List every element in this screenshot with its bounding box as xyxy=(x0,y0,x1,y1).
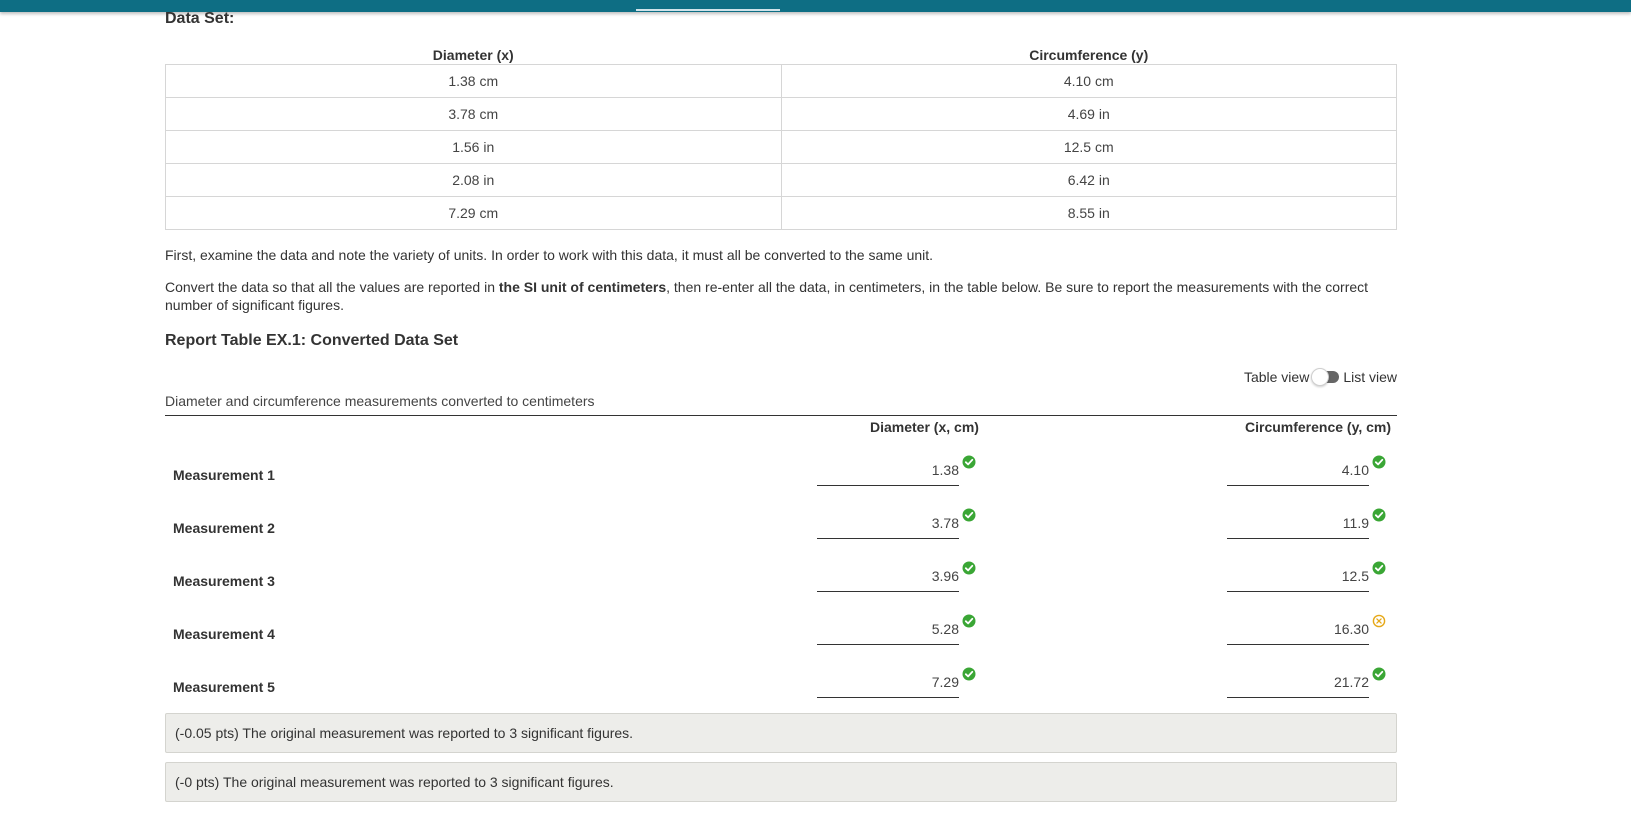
measurement-label: Measurement 5 xyxy=(173,679,275,695)
diameter-input[interactable]: 7.29 xyxy=(817,665,959,698)
dataset-cell: 12.5 cm xyxy=(780,130,1397,164)
instruction-emphasis: the SI unit of centimeters xyxy=(498,279,667,295)
diameter-value: 1.38 xyxy=(931,462,959,478)
table-row: 1.56 in 12.5 cm xyxy=(165,130,1397,164)
warning-x-icon xyxy=(1372,614,1386,628)
table-row: Measurement 4 5.28 16.30 xyxy=(165,612,1397,665)
dataset-cell: 2.08 in xyxy=(165,163,782,197)
correct-check-icon xyxy=(962,508,976,522)
column-header-diameter: Diameter (x, cm) xyxy=(870,419,979,435)
active-tab-indicator xyxy=(636,9,780,11)
correct-check-icon xyxy=(962,667,976,681)
circumference-value: 16.30 xyxy=(1333,621,1369,637)
feedback-message: (-0 pts) The original measurement was re… xyxy=(165,762,1397,802)
list-view-label[interactable]: List view xyxy=(1343,369,1397,385)
dataset-cell: 3.78 cm xyxy=(165,97,782,131)
dataset-heading: Data Set: xyxy=(165,10,235,27)
measurement-label: Measurement 3 xyxy=(173,573,275,589)
table-row: Measurement 3 3.96 12.5 xyxy=(165,559,1397,612)
diameter-value: 7.29 xyxy=(931,674,959,690)
instruction-text: Convert the data so that all the values … xyxy=(165,279,499,295)
table-row: 1.38 cm 4.10 cm xyxy=(165,64,1397,98)
correct-check-icon xyxy=(1372,561,1386,575)
diameter-input[interactable]: 3.78 xyxy=(817,506,959,539)
dataset-header-diameter: Diameter (x) xyxy=(432,47,514,63)
table-row: 3.78 cm 4.69 in xyxy=(165,97,1397,131)
correct-check-icon xyxy=(1372,455,1386,469)
diameter-input[interactable]: 5.28 xyxy=(817,612,959,645)
table-row: Measurement 2 3.78 11.9 xyxy=(165,506,1397,559)
dataset-cell: 4.10 cm xyxy=(780,64,1397,98)
measurement-label: Measurement 4 xyxy=(173,626,275,642)
instruction-paragraph-2: Convert the data so that all the values … xyxy=(165,278,1397,314)
dataset-table: Diameter (x) Circumference (y) 1.38 cm 4… xyxy=(165,46,1397,230)
circumference-input[interactable]: 16.30 xyxy=(1227,612,1369,645)
report-table-caption: Diameter and circumference measurements … xyxy=(165,393,595,409)
diameter-input[interactable]: 3.96 xyxy=(817,559,959,592)
measurement-label: Measurement 2 xyxy=(173,520,275,536)
diameter-value: 5.28 xyxy=(931,621,959,637)
report-table-title: Report Table EX.1: Converted Data Set xyxy=(165,332,459,349)
table-row: 2.08 in 6.42 in xyxy=(165,163,1397,197)
dataset-header-circumference: Circumference (y) xyxy=(1029,47,1149,63)
circumference-input[interactable]: 12.5 xyxy=(1227,559,1369,592)
instruction-paragraph-1: First, examine the data and note the var… xyxy=(165,247,934,263)
circumference-input[interactable]: 11.9 xyxy=(1227,506,1369,539)
measurement-label: Measurement 1 xyxy=(173,467,275,483)
circumference-value: 11.9 xyxy=(1342,515,1369,531)
correct-check-icon xyxy=(962,561,976,575)
view-toggle: Table view List view xyxy=(1244,368,1397,386)
table-row: Measurement 5 7.29 21.72 xyxy=(165,665,1397,718)
correct-check-icon xyxy=(1372,508,1386,522)
circumference-input[interactable]: 21.72 xyxy=(1227,665,1369,698)
dataset-cell: 1.56 in xyxy=(165,130,782,164)
circumference-value: 21.72 xyxy=(1333,674,1369,690)
toggle-knob xyxy=(1311,368,1330,386)
diameter-input[interactable]: 1.38 xyxy=(817,453,959,486)
column-header-circumference: Circumference (y, cm) xyxy=(1245,419,1392,435)
circumference-value: 12.5 xyxy=(1341,568,1369,584)
dataset-cell: 6.42 in xyxy=(780,163,1397,197)
correct-check-icon xyxy=(962,614,976,628)
feedback-message: (-0.05 pts) The original measurement was… xyxy=(165,713,1397,753)
circumference-input[interactable]: 4.10 xyxy=(1227,453,1369,486)
table-row: 7.29 cm 8.55 in xyxy=(165,196,1397,230)
dataset-cell: 1.38 cm xyxy=(165,64,782,98)
dataset-cell: 4.69 in xyxy=(780,97,1397,131)
circumference-value: 4.10 xyxy=(1341,462,1369,478)
table-row: Measurement 1 1.38 4.10 xyxy=(165,453,1397,506)
correct-check-icon xyxy=(1372,667,1386,681)
dataset-cell: 8.55 in xyxy=(780,196,1397,230)
diameter-value: 3.96 xyxy=(931,568,959,584)
dataset-cell: 7.29 cm xyxy=(165,196,782,230)
correct-check-icon xyxy=(962,455,976,469)
view-toggle-switch[interactable] xyxy=(1311,368,1341,386)
top-header-bar xyxy=(0,0,1631,12)
diameter-value: 3.78 xyxy=(931,515,959,531)
table-view-label[interactable]: Table view xyxy=(1244,369,1309,385)
caption-divider xyxy=(165,415,1397,416)
